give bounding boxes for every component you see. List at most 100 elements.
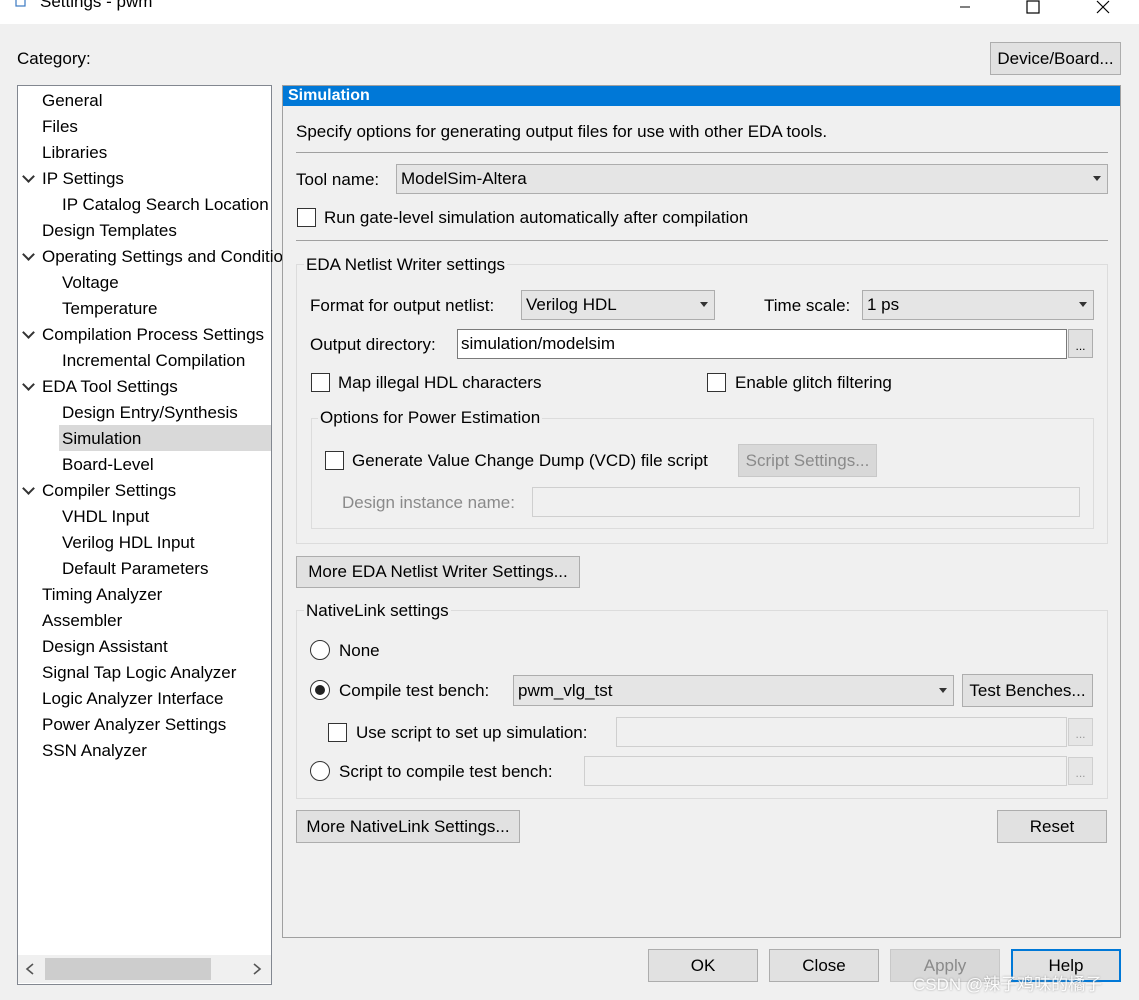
tree-item-compilation-process-settings[interactable]: Compilation Process Settings xyxy=(42,322,264,348)
tree-item-verilog-hdl-input[interactable]: Verilog HDL Input xyxy=(62,530,195,556)
category-label: Category: xyxy=(17,49,91,68)
timescale-label: Time scale: xyxy=(764,296,851,315)
use-script-browse-button[interactable]: ... xyxy=(1068,718,1093,746)
tree-item-voltage[interactable]: Voltage xyxy=(62,270,119,296)
device-board-button[interactable]: Device/Board... xyxy=(990,42,1121,75)
minimize-button[interactable] xyxy=(942,0,988,22)
script-settings-button[interactable]: Script Settings... xyxy=(738,444,877,477)
dropdown-arrow-icon xyxy=(1093,176,1101,181)
compile-test-bench-select[interactable]: pwm_vlg_tst xyxy=(513,675,954,706)
tree-item-general[interactable]: General xyxy=(42,88,102,114)
timescale-value: 1 ps xyxy=(867,295,900,314)
maximize-icon xyxy=(1026,0,1040,14)
design-instance-label: Design instance name: xyxy=(342,493,515,512)
reset-button[interactable]: Reset xyxy=(997,810,1107,843)
tool-name-select[interactable]: ModelSim-Altera xyxy=(396,164,1108,194)
chevron-down-icon[interactable] xyxy=(22,248,35,261)
format-label: Format for output netlist: xyxy=(310,296,495,315)
script-compile-input[interactable] xyxy=(584,756,1067,786)
scrollbar-thumb[interactable] xyxy=(45,958,211,980)
tree-item-libraries[interactable]: Libraries xyxy=(42,140,107,166)
minimize-icon xyxy=(960,6,970,8)
tree-item-simulation[interactable]: Simulation xyxy=(62,426,141,452)
script-compile-browse-button[interactable]: ... xyxy=(1068,757,1093,785)
tree-item-ip-catalog-search-location[interactable]: IP Catalog Search Location xyxy=(62,192,269,218)
scroll-left-icon[interactable] xyxy=(25,963,35,975)
run-gate-level-label: Run gate-level simulation automatically … xyxy=(324,208,749,227)
map-illegal-label: Map illegal HDL characters xyxy=(338,373,542,392)
tree-item-signal-tap-logic-analyzer[interactable]: Signal Tap Logic Analyzer xyxy=(42,660,236,686)
script-compile-radio[interactable] xyxy=(310,761,330,781)
more-netlist-settings-button[interactable]: More EDA Netlist Writer Settings... xyxy=(296,556,580,588)
scroll-right-icon[interactable] xyxy=(252,963,262,975)
none-radio[interactable] xyxy=(310,640,330,660)
tree-items: General Files Libraries IP Settings IP C… xyxy=(18,86,301,936)
tree-item-assembler[interactable]: Assembler xyxy=(42,608,122,634)
tree-horizontal-scrollbar[interactable] xyxy=(18,955,271,983)
panel-description: Specify options for generating output fi… xyxy=(296,122,828,141)
use-script-input[interactable] xyxy=(616,717,1067,747)
tree-item-ssn-analyzer[interactable]: SSN Analyzer xyxy=(42,738,147,764)
tree-item-compiler-settings[interactable]: Compiler Settings xyxy=(42,478,176,504)
chevron-down-icon[interactable] xyxy=(22,170,35,183)
tree-item-power-analyzer-settings[interactable]: Power Analyzer Settings xyxy=(42,712,226,738)
dropdown-arrow-icon xyxy=(939,687,947,693)
test-benches-button[interactable]: Test Benches... xyxy=(962,674,1093,707)
format-select[interactable]: Verilog HDL xyxy=(521,290,715,320)
glitch-filtering-checkbox[interactable] xyxy=(707,373,726,392)
tree-item-timing-analyzer[interactable]: Timing Analyzer xyxy=(42,582,162,608)
tree-item-default-parameters[interactable]: Default Parameters xyxy=(62,556,208,582)
tree-item-temperature[interactable]: Temperature xyxy=(62,296,157,322)
run-gate-level-checkbox[interactable] xyxy=(297,208,316,227)
watermark: CSDN @辣子鸡味的橘子 xyxy=(913,975,1103,994)
tree-item-ip-settings[interactable]: IP Settings xyxy=(42,166,124,192)
tree-item-operating-settings[interactable]: Operating Settings and Conditions xyxy=(42,244,301,270)
vcd-script-checkbox[interactable] xyxy=(325,451,344,470)
use-script-checkbox[interactable] xyxy=(328,723,347,742)
power-group-title: Options for Power Estimation xyxy=(318,407,543,429)
ok-button[interactable]: OK xyxy=(648,949,758,982)
app-icon xyxy=(15,0,26,7)
output-directory-input[interactable]: simulation/modelsim xyxy=(457,329,1067,359)
map-illegal-checkbox[interactable] xyxy=(311,373,330,392)
tree-item-files[interactable]: Files xyxy=(42,114,78,140)
dropdown-arrow-icon xyxy=(1079,302,1087,307)
output-directory-browse-button[interactable]: ... xyxy=(1068,329,1093,358)
glitch-filtering-label: Enable glitch filtering xyxy=(735,373,892,392)
design-instance-input[interactable] xyxy=(532,487,1080,517)
format-value: Verilog HDL xyxy=(526,295,617,314)
maximize-button[interactable] xyxy=(1010,0,1056,22)
none-label: None xyxy=(339,641,380,660)
output-directory-label: Output directory: xyxy=(310,335,436,354)
compile-test-bench-label: Compile test bench: xyxy=(339,681,490,700)
timescale-select[interactable]: 1 ps xyxy=(862,290,1094,320)
nativelink-group-title: NativeLink settings xyxy=(304,600,451,622)
divider xyxy=(296,152,1108,153)
dropdown-arrow-icon xyxy=(700,302,708,307)
chevron-down-icon[interactable] xyxy=(22,326,35,339)
tree-item-logic-analyzer-interface[interactable]: Logic Analyzer Interface xyxy=(42,686,223,712)
tool-name-label: Tool name: xyxy=(296,170,380,189)
window-title: Settings - pwm xyxy=(40,0,153,11)
tree-item-design-assistant[interactable]: Design Assistant xyxy=(42,634,168,660)
divider xyxy=(296,240,1108,241)
netlist-group-title: EDA Netlist Writer settings xyxy=(304,254,508,276)
title-bar: Settings - pwm xyxy=(0,0,1139,24)
chevron-down-icon[interactable] xyxy=(22,482,35,495)
tree-item-board-level[interactable]: Board-Level xyxy=(62,452,154,478)
tree-item-vhdl-input[interactable]: VHDL Input xyxy=(62,504,149,530)
use-script-label: Use script to set up simulation: xyxy=(356,723,588,742)
compile-test-bench-value: pwm_vlg_tst xyxy=(518,680,613,700)
compile-test-bench-radio[interactable] xyxy=(310,680,330,700)
chevron-down-icon[interactable] xyxy=(22,378,35,391)
panel-header-title: Simulation xyxy=(288,87,370,104)
close-icon xyxy=(1096,0,1110,14)
close-window-button[interactable] xyxy=(1080,0,1126,22)
tree-item-incremental-compilation[interactable]: Incremental Compilation xyxy=(62,348,245,374)
tree-item-design-entry-synthesis[interactable]: Design Entry/Synthesis xyxy=(62,400,238,426)
panel-header: Simulation xyxy=(283,86,1120,106)
close-button[interactable]: Close xyxy=(769,949,879,982)
more-nativelink-settings-button[interactable]: More NativeLink Settings... xyxy=(296,810,520,843)
tree-item-eda-tool-settings[interactable]: EDA Tool Settings xyxy=(42,374,178,400)
tree-item-design-templates[interactable]: Design Templates xyxy=(42,218,177,244)
